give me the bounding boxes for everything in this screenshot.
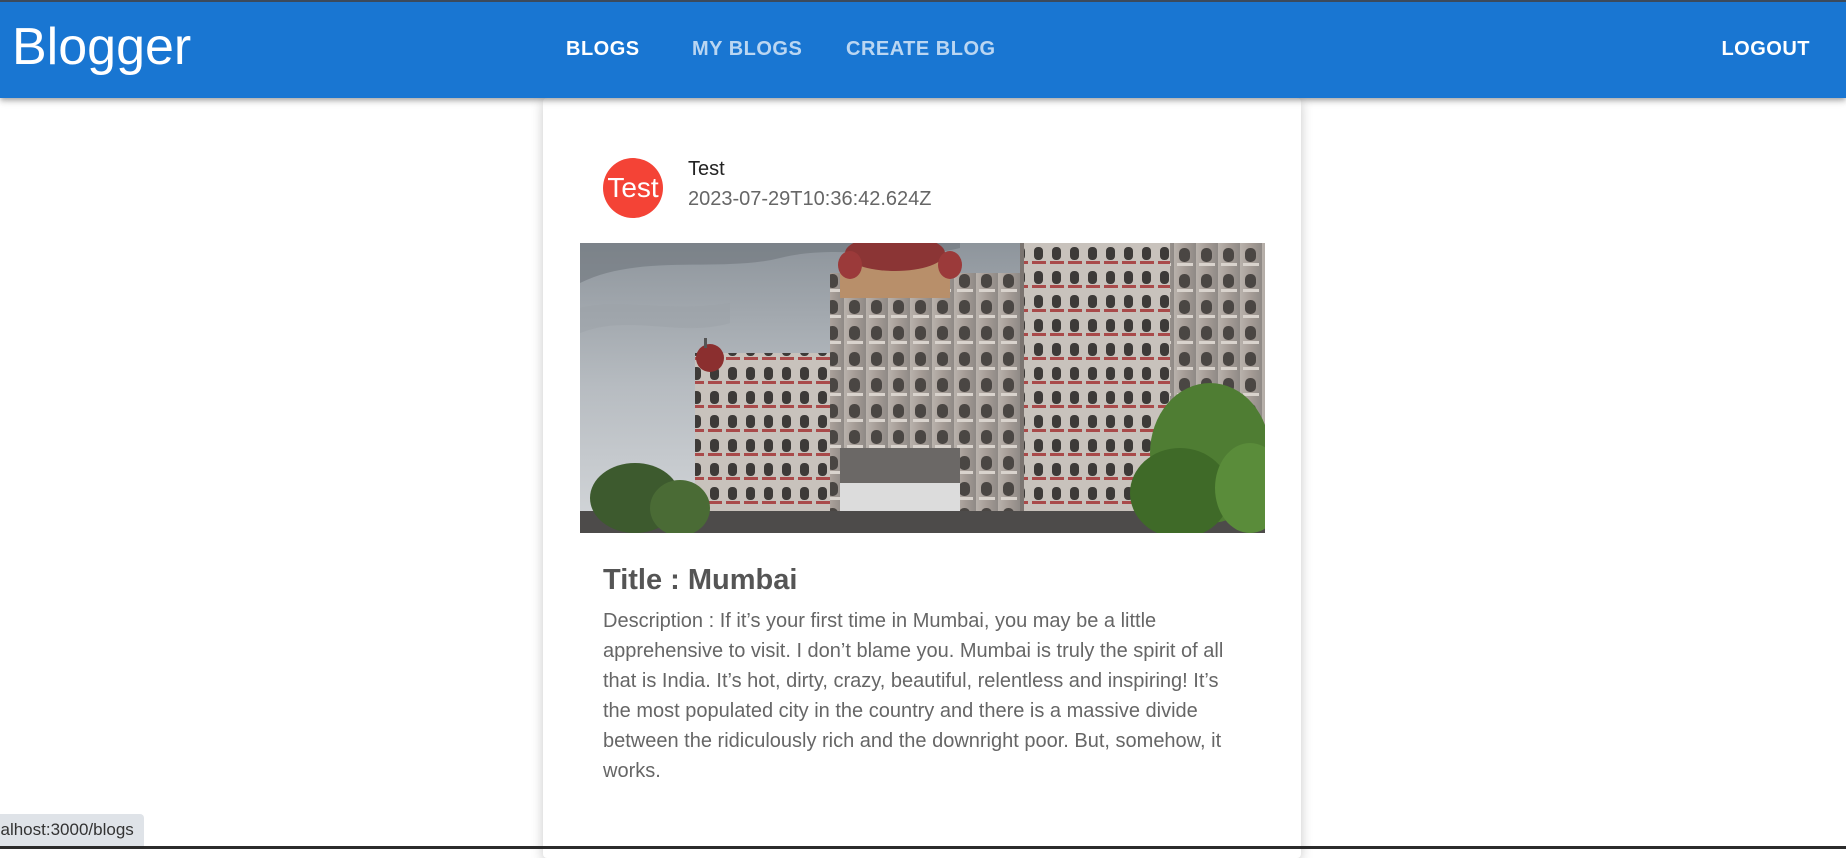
tab-create-blog[interactable]: CREATE BLOG (846, 38, 996, 61)
brand-logo[interactable]: Blogger (12, 16, 191, 78)
post-title: Title : Mumbai (603, 564, 798, 596)
tab-blogs[interactable]: BLOGS (566, 38, 640, 61)
logout-button[interactable]: LOGOUT (1721, 38, 1810, 61)
status-url: calhost:3000/blogs (0, 820, 134, 839)
tab-my-blogs[interactable]: MY BLOGS (692, 38, 802, 61)
post-description: Description : If it’s your first time in… (603, 610, 1224, 782)
browser-status-bar: calhost:3000/blogs (0, 814, 144, 846)
post-image (580, 243, 1265, 533)
post-date: 2023-07-29T10:36:42.624Z (688, 188, 932, 210)
app-bar: Blogger BLOGS MY BLOGS CREATE BLOG LOGOU… (0, 2, 1846, 98)
window-top-strip (0, 0, 1846, 2)
blog-card: Test Test 2023-07-29T10:36:42.624Z Title… (543, 98, 1301, 858)
author-name: Test (688, 158, 725, 180)
avatar: Test (603, 158, 663, 218)
hotel-photo-illustration (580, 243, 1265, 533)
